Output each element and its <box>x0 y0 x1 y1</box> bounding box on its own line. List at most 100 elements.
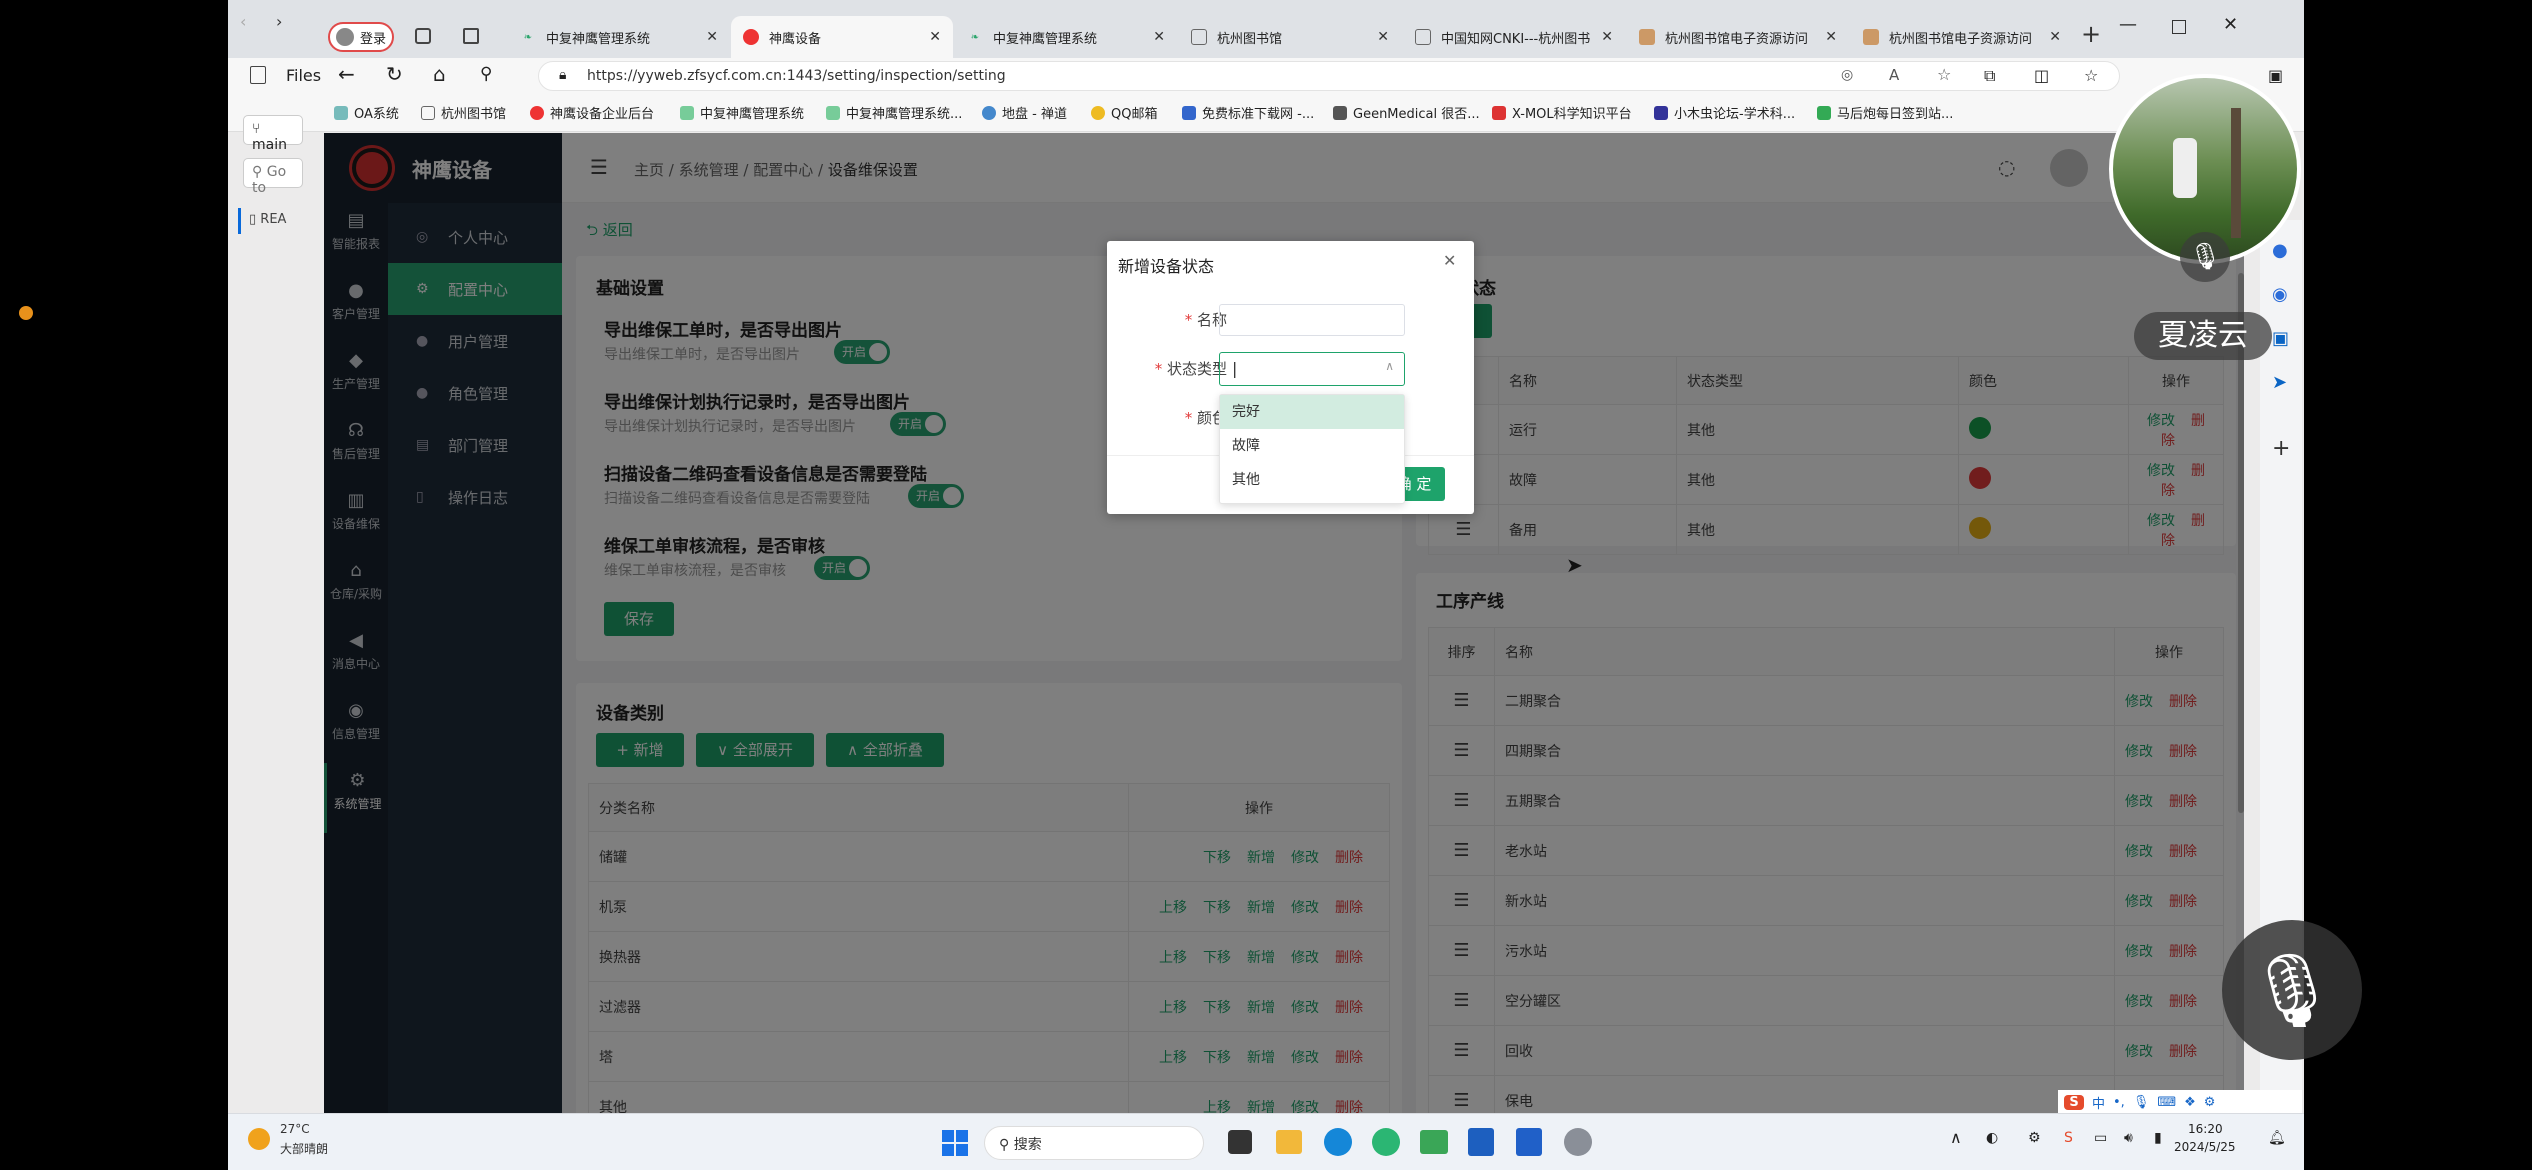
tab-zhongfu-2[interactable]: ❧ 中复神鹰管理系统 ✕ <box>955 16 1177 58</box>
taskview-icon[interactable] <box>1228 1130 1252 1154</box>
bookmark-geenmedical[interactable]: GeenMedical 很否... <box>1333 103 1480 122</box>
app-icon-chart[interactable] <box>1516 1128 1542 1156</box>
ime-keyboard-icon[interactable]: ⌨︎ <box>2157 1095 2176 1110</box>
people-icon[interactable]: ● <box>2272 240 2288 261</box>
forward-small-icon[interactable]: › <box>276 12 282 31</box>
bookmark-zhongfu-2[interactable]: 中复神鹰管理系统... <box>826 103 962 122</box>
start-icon[interactable] <box>942 1130 968 1156</box>
favorite-icon[interactable]: ☆ <box>1937 65 1951 84</box>
bookmark-muchong[interactable]: 小木虫论坛-学术科... <box>1654 103 1795 122</box>
ime-mode[interactable]: 中 <box>2092 1093 2105 1112</box>
battery-icon[interactable]: ▮ <box>2154 1130 2162 1146</box>
tab-hz-eres-1[interactable]: ​ 杭州图书馆电子资源访问 ✕ <box>1627 16 1849 58</box>
favorites-icon[interactable]: ☆ <box>2084 66 2098 85</box>
app-icon-green[interactable] <box>1372 1128 1400 1156</box>
tab-cnki[interactable]: 中国知网CNKI---杭州图书 ✕ <box>1403 16 1625 58</box>
tray-icon[interactable]: ⚙ <box>2028 1130 2041 1146</box>
extensions-icon[interactable]: ⧉ <box>1984 66 1995 86</box>
close-icon[interactable]: ✕ <box>706 29 718 45</box>
bookmark-shenying-admin[interactable]: 神鹰设备企业后台 <box>530 103 654 122</box>
maximize-icon[interactable] <box>2172 20 2186 34</box>
new-tab-icon[interactable]: + <box>2081 20 2101 48</box>
clock-date[interactable]: 2024/5/25 <box>2174 1140 2236 1154</box>
back-icon[interactable]: ← <box>338 62 355 86</box>
tab-collection-icon[interactable] <box>415 28 431 44</box>
close-icon[interactable]: ✕ <box>929 29 941 45</box>
ime-voice-icon[interactable]: 🎙︎ <box>2133 1095 2150 1110</box>
vertical-tabs-icon[interactable] <box>463 28 479 44</box>
app-icon-monitor[interactable] <box>1420 1130 1448 1154</box>
edge-icon[interactable] <box>1324 1128 1352 1156</box>
taskbar-search[interactable]: ⚲ 搜索 <box>984 1126 1204 1160</box>
back-small-icon[interactable]: ‹ <box>240 12 246 31</box>
home-icon[interactable]: ⌂ <box>433 62 446 86</box>
leaf-icon <box>826 105 840 120</box>
bookmark-hzlib[interactable]: 杭州图书馆 <box>421 103 506 122</box>
read-aloud-icon[interactable]: A <box>1889 66 1899 84</box>
option-other[interactable]: 其他 <box>1220 463 1404 497</box>
ime-punct-icon[interactable]: •, <box>2113 1095 2125 1110</box>
split-screen-icon[interactable]: ◫ <box>2034 66 2049 85</box>
name-input[interactable] <box>1219 304 1405 336</box>
tab-shenying[interactable]: 神鹰设备 ✕ <box>731 16 953 58</box>
word-icon[interactable] <box>1468 1128 1494 1156</box>
status-type-select[interactable]: | ∧ <box>1219 352 1405 386</box>
readme-file-item[interactable]: ▯ REA <box>238 208 304 234</box>
ime-skin-icon[interactable]: ❖ <box>2184 1095 2196 1110</box>
tray-icon[interactable]: ◐ <box>1986 1130 1998 1146</box>
volume-icon[interactable]: 🔊︎ <box>2124 1130 2133 1146</box>
dialog-close-icon[interactable]: ✕ <box>1443 251 1456 270</box>
bookmark-qqmail[interactable]: QQ邮箱 <box>1091 103 1157 122</box>
library-icon: ​ <box>1863 29 1879 45</box>
weather-desc: 大部晴朗 <box>280 1142 329 1156</box>
weather-icon[interactable] <box>248 1128 270 1150</box>
location-icon[interactable]: ◎ <box>1841 67 1853 83</box>
sidebar-toggle-icon[interactable]: ▣ <box>2268 66 2283 85</box>
profile-login-button[interactable]: 登录 <box>328 22 394 52</box>
close-icon[interactable]: ✕ <box>1825 29 1837 45</box>
window-close-icon[interactable]: ✕ <box>2223 14 2238 35</box>
page-icon <box>1191 29 1207 45</box>
close-icon[interactable]: ✕ <box>1377 29 1389 45</box>
close-icon[interactable]: ✕ <box>1153 29 1165 45</box>
notification-icon[interactable]: 🔔︎ <box>2268 1130 2286 1146</box>
close-icon[interactable]: ✕ <box>2049 29 2061 45</box>
option-intact[interactable]: 完好 <box>1220 395 1404 429</box>
webcam-mic-icon[interactable]: 🎙︎ <box>2180 232 2230 282</box>
file-explorer-icon[interactable] <box>1276 1130 1302 1154</box>
ime-settings-icon[interactable]: ⚙ <box>2204 1095 2216 1110</box>
tab-zhongfu-1[interactable]: ❧ 中复神鹰管理系统 ✕ <box>508 16 730 58</box>
tab-hz-library[interactable]: 杭州图书馆 ✕ <box>1179 16 1401 58</box>
bookmark-zentao[interactable]: 地盘 - 禅道 <box>982 103 1067 122</box>
ime-toolbar: S 中 •, 🎙︎ ⌨︎ ❖ ⚙ <box>2058 1090 2302 1114</box>
tray-expand-icon[interactable]: ∧ <box>1950 1128 1962 1147</box>
bookmark-standards[interactable]: 免费标准下载网 -... <box>1182 103 1314 122</box>
goto-file-input[interactable]: ⚲ Go to <box>243 158 303 196</box>
minimize-icon[interactable]: — <box>2119 14 2137 35</box>
search-icon[interactable]: ⚲ <box>480 64 492 84</box>
network-icon[interactable]: ▭ <box>2094 1130 2107 1146</box>
files-sidebar-icon[interactable] <box>250 66 266 84</box>
address-bar[interactable]: 🔒︎ https://yyweb.zfsycf.com.cn:1443/sett… <box>538 61 2120 91</box>
leaf-icon <box>680 105 694 120</box>
close-icon[interactable]: ✕ <box>1601 29 1613 45</box>
branch-selector[interactable]: ⑂ main <box>243 115 303 153</box>
tab-label: 杭州图书馆电子资源访问 <box>1665 31 1809 47</box>
option-fault[interactable]: 故障 <box>1220 429 1404 463</box>
office-icon[interactable]: ◉ <box>2272 284 2288 305</box>
settings-icon[interactable] <box>1564 1128 1592 1156</box>
reload-icon[interactable]: ↻ <box>386 62 403 86</box>
sogou-tray-icon[interactable]: S <box>2064 1130 2073 1146</box>
clock-time[interactable]: 16:20 <box>2188 1122 2223 1136</box>
voice-mic-button[interactable]: 🎙︎ <box>2222 920 2362 1060</box>
bookmark-checkin[interactable]: 马后炮每日签到站... <box>1817 103 1953 122</box>
bookmark-zhongfu-1[interactable]: 中复神鹰管理系统 <box>680 103 804 122</box>
outlook-icon[interactable]: ▣ <box>2272 328 2289 349</box>
bookmark-xmol[interactable]: X-MOL科学知识平台 <box>1492 103 1632 122</box>
telegram-icon[interactable]: ➤ <box>2272 372 2287 393</box>
tab-label: 中复神鹰管理系统 <box>993 31 1098 47</box>
bookmark-oa[interactable]: OA系统 <box>334 103 399 122</box>
tab-hz-eres-2[interactable]: ​ 杭州图书馆电子资源访问 ✕ <box>1851 16 2073 58</box>
sogou-icon[interactable]: S <box>2064 1094 2084 1110</box>
add-sidebar-icon[interactable]: + <box>2272 436 2290 461</box>
